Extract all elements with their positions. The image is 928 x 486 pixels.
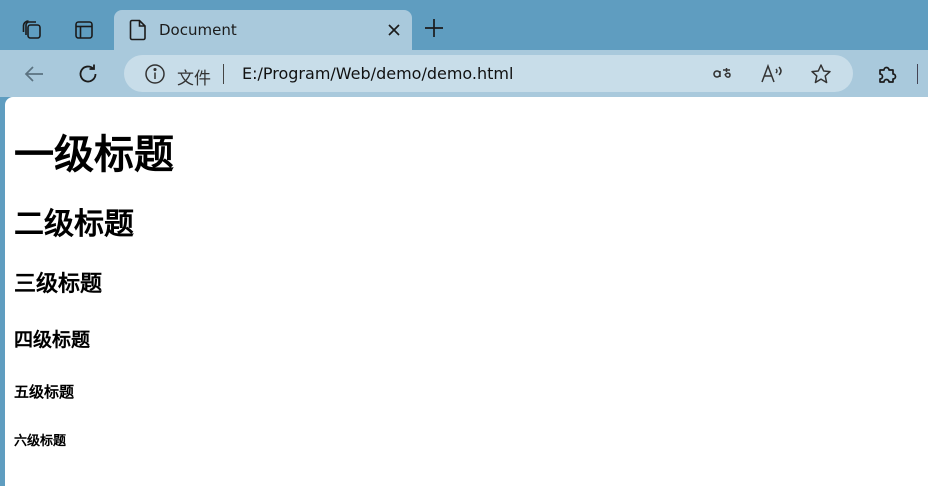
workspaces-button[interactable] bbox=[14, 12, 50, 48]
address-bar[interactable]: 文件 E:/Program/Web/demo/demo.html bbox=[124, 55, 853, 92]
back-arrow-icon bbox=[23, 63, 45, 85]
browser-window: Document 文件 E:/Program/Web/demo/demo.htm… bbox=[0, 0, 928, 486]
tab-document[interactable]: Document bbox=[114, 10, 412, 50]
tab-strip: Document bbox=[0, 0, 928, 50]
address-separator bbox=[223, 64, 224, 84]
heading-level-5: 五级标题 bbox=[14, 383, 75, 401]
read-aloud-button[interactable] bbox=[758, 60, 786, 88]
page-content: 一级标题 二级标题 三级标题 四级标题 五级标题 六级标题 bbox=[5, 97, 928, 486]
extensions-button[interactable] bbox=[871, 58, 903, 90]
new-tab-button[interactable] bbox=[420, 14, 448, 42]
workspaces-icon bbox=[21, 19, 43, 41]
heading-level-2: 二级标题 bbox=[14, 207, 134, 242]
heading-level-4: 四级标题 bbox=[14, 329, 91, 351]
heading-level-3: 三级标题 bbox=[14, 272, 103, 297]
tab-actions-button[interactable] bbox=[66, 12, 102, 48]
favorite-button[interactable] bbox=[807, 60, 835, 88]
heading-level-1: 一级标题 bbox=[14, 132, 174, 178]
heading-level-6: 六级标题 bbox=[14, 434, 67, 449]
info-icon[interactable] bbox=[144, 63, 166, 85]
address-url[interactable]: E:/Program/Web/demo/demo.html bbox=[242, 64, 513, 83]
address-scheme-label: 文件 bbox=[177, 69, 211, 89]
puzzle-icon bbox=[876, 63, 898, 85]
navigation-toolbar: 文件 E:/Program/Web/demo/demo.html bbox=[0, 50, 928, 97]
read-aloud-icon bbox=[760, 63, 784, 85]
close-icon bbox=[387, 23, 401, 37]
back-button[interactable] bbox=[18, 58, 50, 90]
tab-title: Document bbox=[159, 21, 237, 39]
tab-actions-icon bbox=[74, 20, 94, 40]
toolbar-divider bbox=[917, 64, 918, 84]
plus-icon bbox=[424, 18, 444, 38]
tab-close-button[interactable] bbox=[384, 20, 404, 40]
document-icon bbox=[128, 19, 148, 41]
star-icon bbox=[810, 63, 832, 85]
translate-icon bbox=[710, 64, 734, 84]
translate-button[interactable] bbox=[708, 60, 736, 88]
refresh-button[interactable] bbox=[72, 58, 104, 90]
refresh-icon bbox=[77, 63, 99, 85]
